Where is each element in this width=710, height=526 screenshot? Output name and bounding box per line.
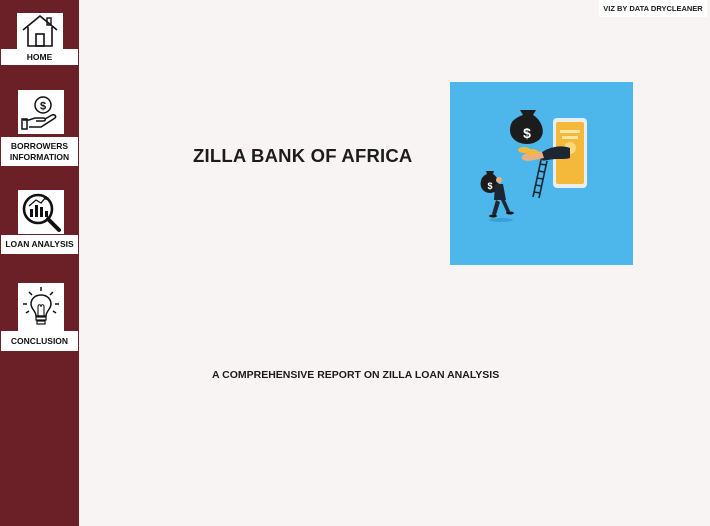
credit-badge: VIZ BY DATA DRYCLEANER: [599, 0, 707, 17]
nav-borrowers-text-1: BORROWERS: [10, 140, 69, 151]
nav-home-text: HOME: [26, 51, 53, 62]
walking-businessman: $: [480, 171, 514, 222]
nav-home-label: HOME: [1, 49, 78, 65]
nav-home[interactable]: HOME: [1, 13, 78, 66]
nav-conclusion[interactable]: CONCLUSION: [1, 283, 78, 352]
hand-coin-icon: $: [18, 90, 64, 134]
nav-conclusion-text: CONCLUSION: [10, 335, 69, 346]
money-bag-sign: $: [523, 125, 531, 141]
nav-borrowers-information[interactable]: $ BORROWERS INFORMATION: [1, 90, 78, 166]
nav-borrowers-text-2: INFORMATION: [9, 151, 70, 162]
report-subtitle: A COMPREHENSIVE REPORT ON ZILLA LOAN ANA…: [212, 369, 500, 381]
nav-loan-analysis[interactable]: LOAN ANALYSIS: [1, 190, 78, 255]
hero-illustration: $ $: [450, 82, 633, 265]
house-icon: [17, 13, 63, 49]
sidebar-nav: HOME $ BORROWERS INFORMATION LOAN ANALYS…: [0, 0, 79, 526]
nav-conclusion-label: CONCLUSION: [1, 331, 78, 351]
nav-loan-label: LOAN ANALYSIS: [1, 235, 78, 254]
credit-text: VIZ BY DATA DRYCLEANER: [603, 4, 703, 13]
nav-loan-text: LOAN ANALYSIS: [5, 239, 74, 249]
page-title: ZILLA BANK OF AFRICA: [193, 145, 413, 166]
lightbulb-icon: [18, 283, 64, 331]
svg-text:$: $: [40, 101, 46, 113]
nav-borrowers-label: BORROWERS INFORMATION: [1, 137, 78, 166]
small-bag-sign: $: [487, 181, 492, 191]
ladder-graphic: [532, 159, 548, 199]
magnifier-chart-icon: [18, 190, 64, 234]
